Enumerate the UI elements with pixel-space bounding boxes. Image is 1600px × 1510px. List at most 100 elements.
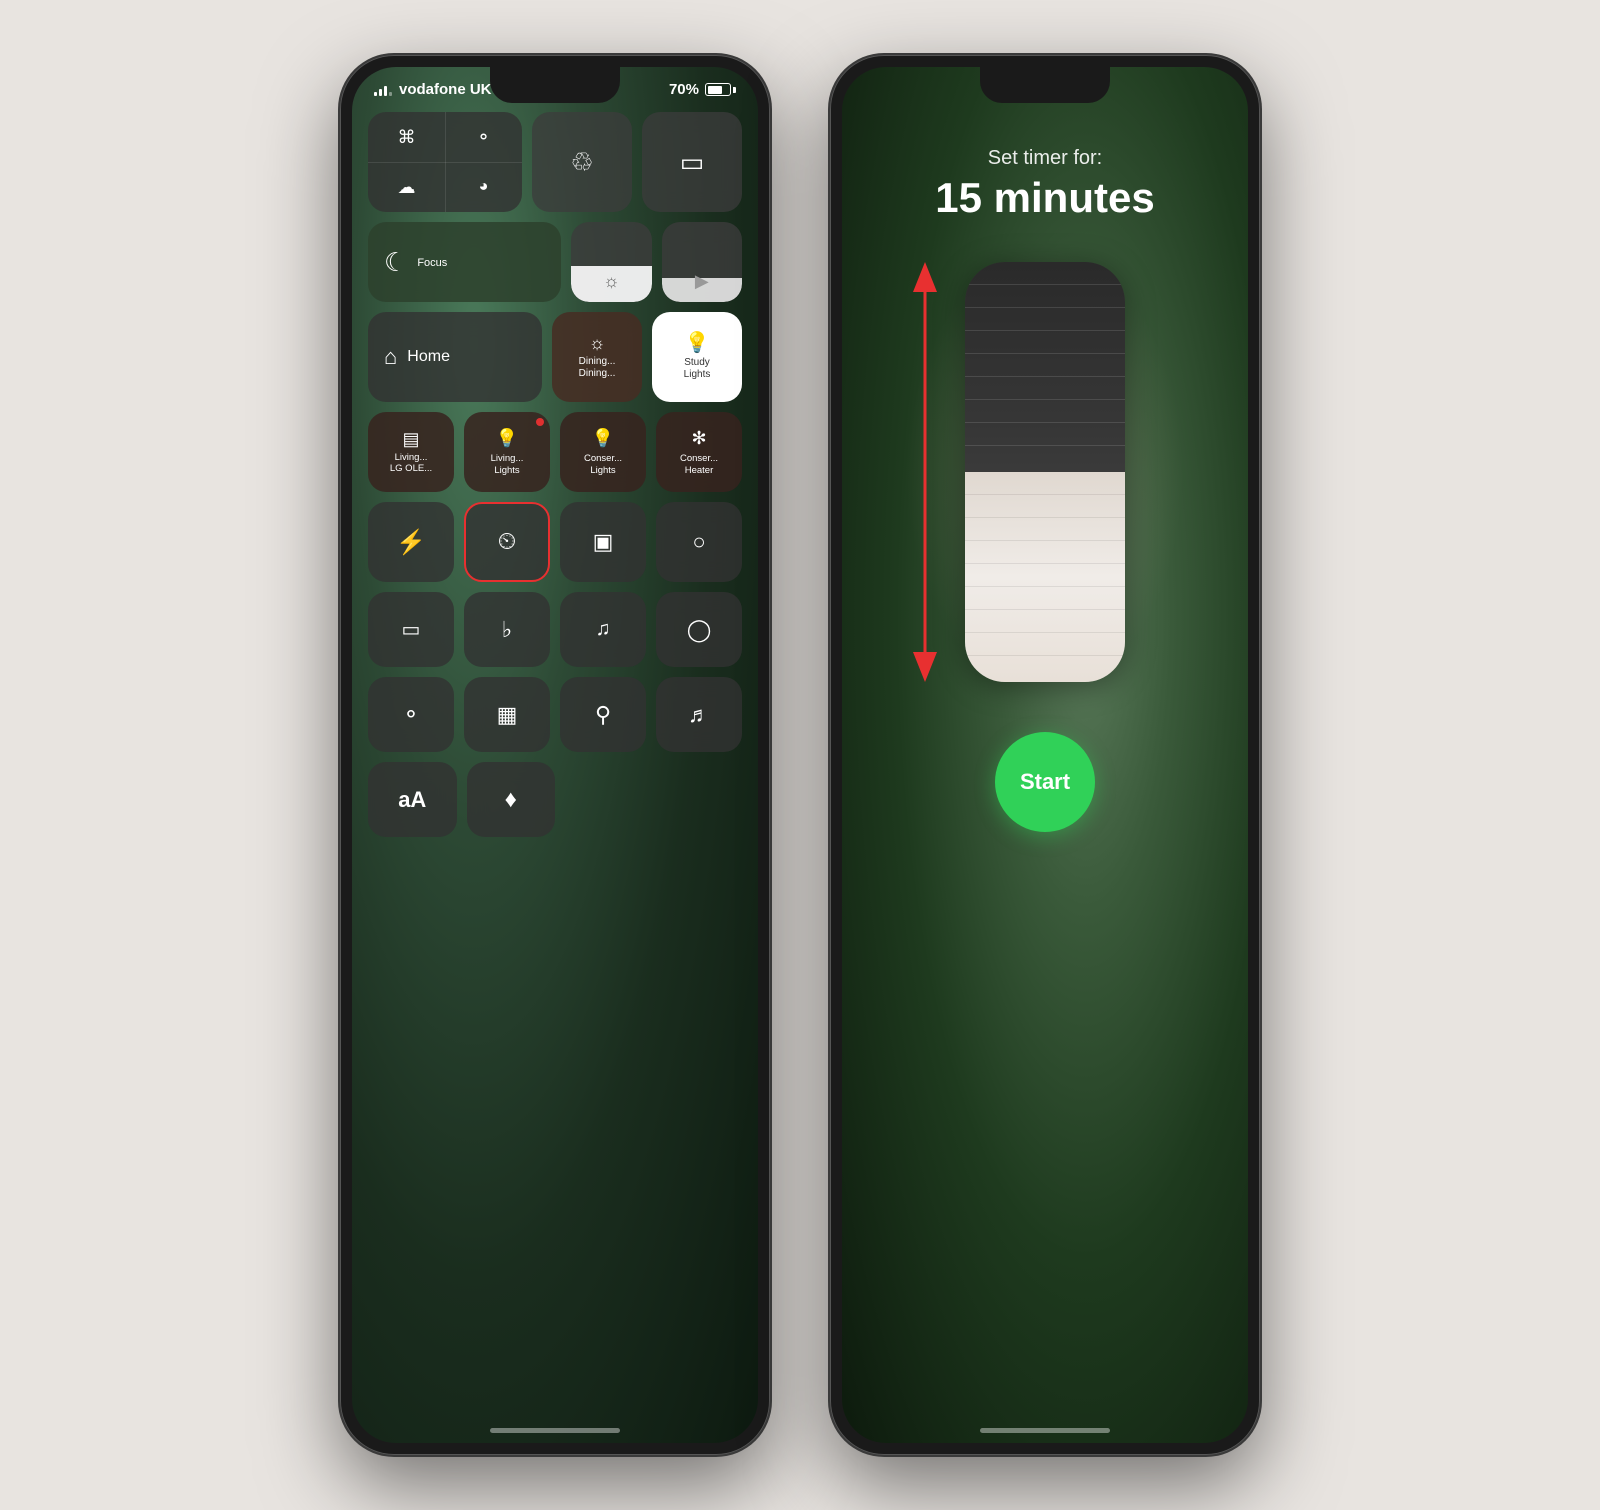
- row-6: ▭ ♭ ♫ ◯: [368, 592, 742, 667]
- focus-label: Focus: [417, 257, 447, 270]
- home-icon: ⌂: [384, 346, 397, 368]
- flashlight-tile[interactable]: ⚡: [368, 502, 454, 582]
- phone2: Set timer for: 15 minutes: [830, 55, 1260, 1455]
- timer-screen-bg: Set timer for: 15 minutes: [842, 67, 1248, 1443]
- conserv-heater-icon: ✻: [691, 428, 706, 449]
- volume-tile[interactable]: ▶: [662, 222, 743, 302]
- remote-icon: ▭: [402, 617, 421, 642]
- soundcheck-icon: ♫: [596, 618, 611, 641]
- rotate-lock-tile[interactable]: ♲: [532, 112, 632, 212]
- signal-bar-4: [389, 92, 392, 96]
- battery-body: [705, 83, 731, 96]
- light-line-3: [965, 540, 1125, 541]
- camera-tile[interactable]: ○: [656, 502, 742, 582]
- screen-record-tile[interactable]: ⚬: [368, 677, 454, 752]
- timer-slider-track[interactable]: [965, 262, 1125, 682]
- home-bar-2[interactable]: [980, 1428, 1110, 1433]
- airdrop-tile[interactable]: ◕: [445, 178, 522, 196]
- signal-bar-1: [374, 92, 377, 96]
- carrier-label: vodafone UK: [399, 81, 492, 98]
- notes-tile[interactable]: ▦: [464, 677, 550, 752]
- battery-icon: [705, 83, 736, 96]
- hearing-icon: ♬: [688, 702, 710, 728]
- dark-line-8: [965, 445, 1125, 446]
- notch: [490, 67, 620, 103]
- airdrop-icon: ◕: [479, 178, 489, 196]
- status-right: 70%: [669, 81, 736, 98]
- text-size-icon: aA: [398, 787, 426, 813]
- study-lights-tile[interactable]: 💡 StudyLights: [652, 312, 742, 402]
- light-line-6: [965, 609, 1125, 610]
- screen-mirror-tile[interactable]: ▭: [642, 112, 742, 212]
- text-size-tile[interactable]: aA: [368, 762, 457, 837]
- control-center-bg: vodafone UK ⌘ VPN 70%: [352, 67, 758, 1443]
- dark-line-2: [965, 307, 1125, 308]
- home-label: Home: [407, 347, 450, 366]
- row-3: ⌂ Home ☼ Dining...Dining... 💡 StudyLight…: [368, 312, 742, 402]
- conserv-lights-label: Conser...Lights: [584, 453, 622, 476]
- dining-tile[interactable]: ☼ Dining...Dining...: [552, 312, 642, 402]
- shazam-icon: ♦: [505, 786, 517, 814]
- cellular-icon: ☁: [398, 177, 416, 198]
- battery-fill: [708, 86, 723, 94]
- phone1-screen: vodafone UK ⌘ VPN 70%: [352, 67, 758, 1443]
- timer-tile[interactable]: ⏲: [464, 502, 550, 582]
- home-bar[interactable]: [490, 1428, 620, 1433]
- dark-line-5: [965, 376, 1125, 377]
- timer-slider-area: [842, 262, 1248, 682]
- moon-icon: ☾: [384, 249, 407, 275]
- conserv-lights-tile[interactable]: 💡 Conser...Lights: [560, 412, 646, 492]
- magnifier-tile[interactable]: ⚲: [560, 677, 646, 752]
- slider-dark-lines: [965, 262, 1125, 472]
- home-tile[interactable]: ⌂ Home: [368, 312, 542, 402]
- row-5: ⚡ ⏲ ▣ ○: [368, 502, 742, 582]
- empty-space: [565, 762, 742, 837]
- soundcheck-tile[interactable]: ♫: [560, 592, 646, 667]
- living-tv-tile[interactable]: ▤ Living...LG OLE...: [368, 412, 454, 492]
- start-button-label: Start: [1020, 769, 1070, 795]
- row-4: ▤ Living...LG OLE... 💡 Living...Lights 💡…: [368, 412, 742, 492]
- light-line-7: [965, 632, 1125, 633]
- signal-bar-3: [384, 86, 387, 96]
- start-button[interactable]: Start: [995, 732, 1095, 832]
- calculator-tile[interactable]: ▣: [560, 502, 646, 582]
- conn-divider-v: [445, 112, 446, 212]
- accessibility-tile[interactable]: ♭: [464, 592, 550, 667]
- timer-icon: ⏲: [498, 528, 517, 556]
- wifi-tile[interactable]: ⌘: [368, 127, 445, 148]
- bluetooth-tile[interactable]: ⚬: [445, 127, 522, 148]
- clock-icon: ◯: [687, 617, 712, 643]
- connectivity-group-tile[interactable]: ⌘ ⚬ ☁ ◕: [368, 112, 522, 212]
- study-bulb-icon: 💡: [685, 333, 710, 353]
- dark-line-7: [965, 422, 1125, 423]
- cellular-tile[interactable]: ☁: [368, 177, 445, 198]
- light-line-1: [965, 494, 1125, 495]
- clock-tile[interactable]: ◯: [656, 592, 742, 667]
- calculator-icon: ▣: [593, 529, 614, 555]
- conserv-heater-tile[interactable]: ✻ Conser...Heater: [656, 412, 742, 492]
- accessibility-icon: ♭: [502, 617, 512, 643]
- slider-dark-section: [965, 262, 1125, 472]
- timer-value: 15 minutes: [935, 174, 1154, 222]
- focus-tile[interactable]: ☾ Focus: [368, 222, 561, 302]
- wifi-icon: ⌘: [398, 127, 416, 148]
- notch-2: [980, 67, 1110, 103]
- row-1: ⌘ ⚬ ☁ ◕: [368, 112, 742, 212]
- alert-badge: [536, 418, 544, 426]
- signal-bar-2: [379, 89, 382, 96]
- bidirectional-arrow: [895, 262, 955, 682]
- conserv-lights-icon: 💡: [592, 428, 614, 449]
- study-lights-label: StudyLights: [684, 357, 711, 381]
- light-line-2: [965, 517, 1125, 518]
- shazam-tile[interactable]: ♦: [467, 762, 556, 837]
- hearing-tile[interactable]: ♬: [656, 677, 742, 752]
- light-line-4: [965, 563, 1125, 564]
- battery-percent-label: 70%: [669, 81, 699, 98]
- brightness-tile[interactable]: ☼: [571, 222, 652, 302]
- row-8: aA ♦: [368, 762, 742, 837]
- remote-tile[interactable]: ▭: [368, 592, 454, 667]
- living-lights-tile[interactable]: 💡 Living...Lights: [464, 412, 550, 492]
- dark-line-1: [965, 284, 1125, 285]
- slider-light-section: [965, 472, 1125, 682]
- record-icon: ⚬: [402, 702, 420, 728]
